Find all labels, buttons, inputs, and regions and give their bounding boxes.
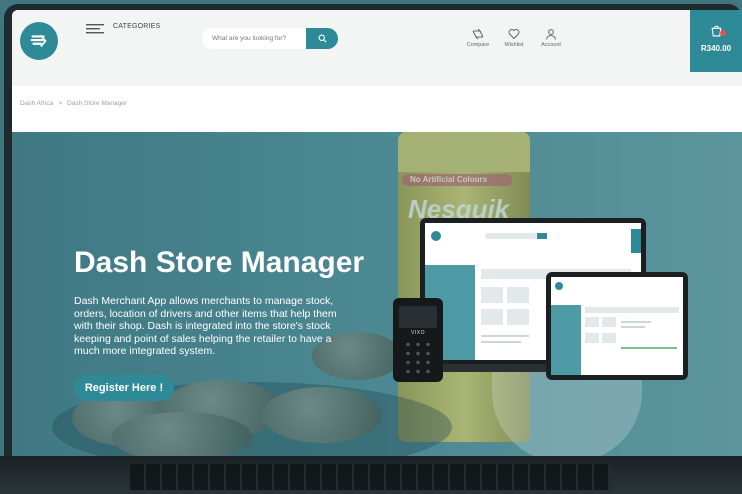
cart-button[interactable]: R340.00 — [690, 10, 742, 72]
mini-card — [481, 309, 503, 325]
account-label: Account — [541, 42, 561, 48]
cart-amount: R340.00 — [700, 44, 732, 53]
mini-cart — [631, 229, 641, 253]
search-input[interactable] — [202, 28, 310, 49]
breadcrumb-item-home[interactable]: Dash Africa — [20, 100, 53, 107]
mini-card — [507, 309, 529, 325]
register-button[interactable]: Register Here ! — [74, 375, 174, 401]
logo-icon[interactable] — [20, 22, 58, 60]
categories-menu[interactable]: CATEGORIES — [113, 23, 160, 30]
search-button[interactable] — [306, 28, 338, 49]
keyboard-keys — [130, 464, 610, 490]
compare-icon — [472, 28, 484, 40]
mini-sidebar — [551, 305, 581, 375]
mini-card — [481, 287, 503, 303]
site-header: CATEGORIES Compare Wishlist Account R340… — [12, 10, 742, 86]
menu-icon[interactable] — [86, 24, 104, 34]
pos-terminal-mockup: VIXO — [393, 298, 443, 382]
mini-card — [602, 333, 616, 343]
mini-search-button — [537, 233, 547, 239]
mini-card — [585, 317, 599, 327]
heart-icon — [508, 29, 520, 40]
tablet-mockup — [546, 272, 688, 380]
search-icon — [318, 34, 327, 43]
mini-logo — [431, 231, 441, 241]
wishlist-label: Wishlist — [504, 42, 524, 48]
mini-line — [621, 321, 651, 323]
pos-keypad — [403, 340, 433, 376]
background-glass — [492, 372, 642, 456]
mini-line — [481, 341, 521, 343]
user-icon — [546, 29, 556, 40]
breadcrumb: Dash Africa > Dash Store Manager — [20, 100, 127, 107]
mini-logo — [555, 282, 563, 290]
account-link[interactable]: Account — [531, 28, 571, 48]
mini-card — [602, 317, 616, 327]
background-cookie — [262, 387, 382, 443]
mini-card — [585, 333, 599, 343]
breadcrumb-separator: > — [58, 100, 63, 107]
jar-lid — [398, 132, 530, 172]
hero-banner: No Artificial Colours Nesquik Dash Store… — [12, 132, 742, 456]
search-bar — [202, 28, 338, 49]
mini-chart-line — [621, 347, 677, 349]
mini-search — [485, 233, 537, 239]
hero-title: Dash Store Manager — [74, 246, 365, 279]
mini-line — [481, 335, 529, 337]
laptop-keyboard — [0, 456, 742, 494]
cart-badge — [720, 30, 726, 36]
tablet-mockup-screen — [551, 277, 683, 375]
mini-card — [507, 287, 529, 303]
browser-viewport: CATEGORIES Compare Wishlist Account R340… — [12, 10, 742, 456]
pos-screen — [399, 306, 437, 328]
jar-label-text: No Artificial Colours — [410, 175, 488, 184]
breadcrumb-item-current: Dash Store Manager — [67, 100, 128, 107]
mini-banner — [585, 307, 679, 313]
pos-brand: VIXO — [411, 330, 425, 336]
mini-line — [621, 326, 645, 328]
hero-description: Dash Merchant App allows merchants to ma… — [74, 295, 337, 357]
compare-link[interactable]: Compare — [458, 28, 498, 48]
background-cookie — [112, 412, 252, 456]
compare-label: Compare — [466, 42, 490, 48]
wishlist-link[interactable]: Wishlist — [494, 28, 534, 48]
